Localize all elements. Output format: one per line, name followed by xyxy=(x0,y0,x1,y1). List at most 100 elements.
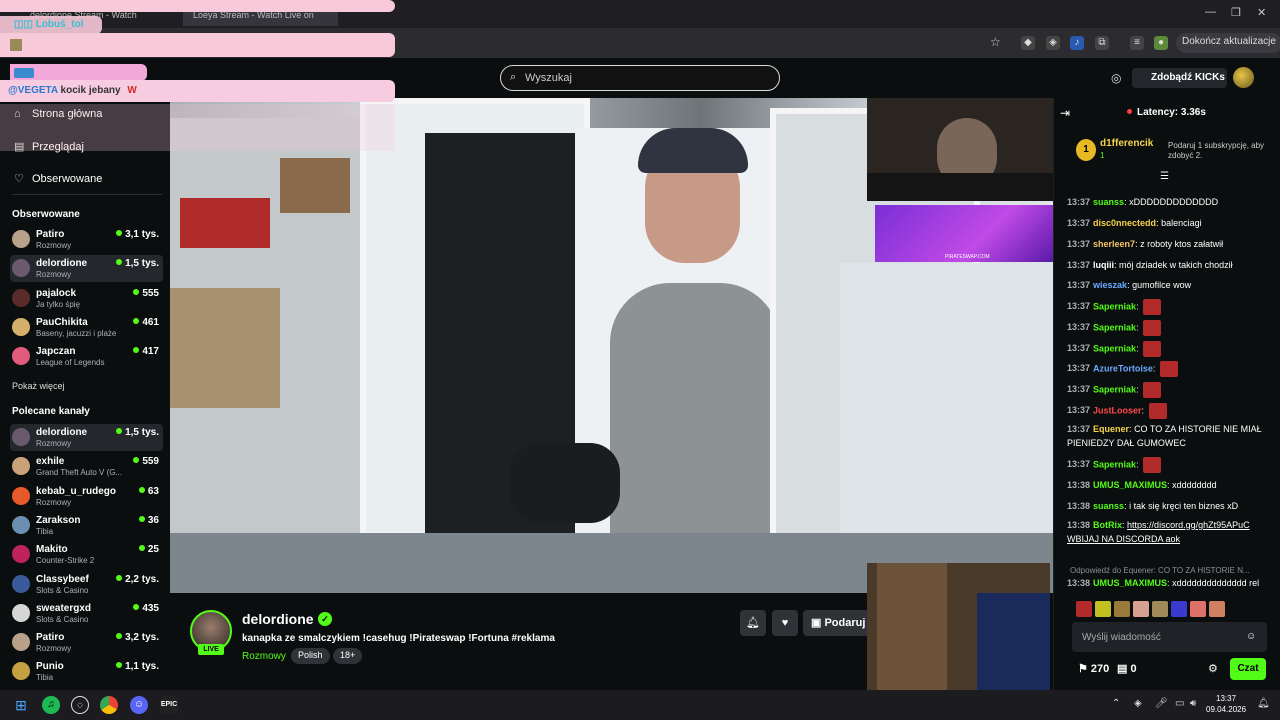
sidebar-channel[interactable]: Makito Counter-Strike 2 25 xyxy=(10,541,163,568)
windows-start-icon[interactable]: ⊞ xyxy=(12,696,30,714)
message-username[interactable]: disc0nnectedd xyxy=(1093,218,1156,228)
microphone-icon[interactable]: 🎤︎ xyxy=(1155,698,1168,709)
sidebar-channel[interactable]: pajalock Ja tylko śpię 555 xyxy=(10,285,163,312)
user-avatar[interactable] xyxy=(1233,67,1254,88)
sidebar-channel[interactable]: Patiro Rozmowy 3,2 tys. xyxy=(10,629,163,656)
sidebar-channel[interactable]: kebab_u_rudego Rozmowy 63 xyxy=(10,483,163,510)
gift-sub-info[interactable]: Podaruj 1 subskrypcję, aby zdobyć 2. xyxy=(1168,141,1268,161)
sidebar-channel[interactable]: delordione Rozmowy 1,5 tys. xyxy=(10,255,163,283)
extensions-puzzle-icon[interactable]: ⧉ xyxy=(1095,36,1109,50)
emote[interactable] xyxy=(1152,601,1168,617)
viewer-count: 2,2 tys. xyxy=(116,574,159,585)
chat-emote[interactable] xyxy=(1143,320,1162,336)
get-kicks-button[interactable]: Zdobądź KICKs xyxy=(1132,68,1227,88)
message-username[interactable]: UMUS_MAXIMUS xyxy=(1093,578,1167,588)
discord-icon[interactable]: ☺ xyxy=(130,696,148,714)
emote[interactable] xyxy=(1133,601,1149,617)
message-time: 13:38 xyxy=(1067,501,1091,511)
update-button[interactable]: Dokończ aktualizacje xyxy=(1176,33,1280,53)
sidebar-channel[interactable]: PauChikita Baseny, jacuzzi i plaże 461 xyxy=(10,314,163,341)
tray-app-icon[interactable]: ◈ xyxy=(1134,698,1142,709)
tag[interactable]: Polish xyxy=(291,648,330,664)
notifications-icon[interactable]: ◎ xyxy=(1111,71,1121,85)
sidebar-channel[interactable]: Zarakson Tibia 36 xyxy=(10,512,163,539)
message-username[interactable]: Equener xyxy=(1093,424,1129,434)
epic-games-icon[interactable]: EPIC xyxy=(160,696,178,714)
app-icon[interactable]: ◌ xyxy=(71,696,89,714)
channel-name: kebab_u_rudego xyxy=(36,485,117,497)
emote[interactable] xyxy=(1095,601,1111,617)
pinned-toggle-icon[interactable]: ☰ xyxy=(1160,171,1169,182)
message-username[interactable]: BotRix xyxy=(1093,520,1122,530)
extension-icon[interactable]: ◆ xyxy=(1021,36,1035,50)
message-username[interactable]: suanss xyxy=(1093,197,1124,207)
bookmark-star-icon[interactable]: ☆ xyxy=(990,35,1001,49)
chrome-icon[interactable] xyxy=(100,696,118,714)
emote[interactable] xyxy=(1076,601,1092,617)
message-username[interactable]: luqiii xyxy=(1093,260,1114,270)
chat-input[interactable]: Wyślij wiadomość xyxy=(1072,622,1267,652)
follow-button[interactable]: ♥ xyxy=(772,610,798,636)
message-username[interactable]: sherleen7 xyxy=(1093,239,1135,249)
message-username[interactable]: Saperniak xyxy=(1093,301,1136,311)
show-more-link[interactable]: Pokaż więcej xyxy=(12,381,65,391)
message-text: xdddddddddddddd rel xyxy=(1172,578,1260,588)
media-icon[interactable]: ≡ xyxy=(1130,36,1144,50)
emote[interactable] xyxy=(1209,601,1225,617)
profile-icon[interactable]: ● xyxy=(1154,36,1168,50)
maximize-icon[interactable]: ❐ xyxy=(1231,6,1241,19)
chat-emote[interactable] xyxy=(1143,299,1162,315)
message-username[interactable]: UMUS_MAXIMUS xyxy=(1093,480,1167,490)
notification-bell-icon[interactable]: 🔔︎ xyxy=(1257,698,1270,709)
message-username[interactable]: AzureTortoise xyxy=(1093,363,1153,373)
message-username[interactable]: suanss xyxy=(1093,501,1124,511)
spotify-icon[interactable]: ♫ xyxy=(42,696,60,714)
sidebar-channel[interactable]: Classybeef Slots & Casino 2,2 tys. xyxy=(10,571,163,598)
volume-icon[interactable]: 🔊︎ xyxy=(1190,698,1196,709)
emote[interactable] xyxy=(1190,601,1206,617)
top-gifter-name[interactable]: d1fferencik xyxy=(1100,138,1153,149)
gear-icon[interactable]: ⚙ xyxy=(1208,662,1218,675)
viewer-count-value: 36 xyxy=(147,514,159,526)
chat-emote[interactable] xyxy=(1143,457,1162,473)
emote[interactable] xyxy=(1171,601,1187,617)
streamer-name[interactable]: delordione xyxy=(242,611,314,627)
extension-icon[interactable]: ♪ xyxy=(1070,36,1084,50)
extension-icon[interactable]: ◈ xyxy=(1046,36,1060,50)
chat-emote[interactable] xyxy=(1143,382,1162,398)
sidebar-channel[interactable]: delordione Rozmowy 1,5 tys. xyxy=(10,424,163,451)
message-username[interactable]: wieszak xyxy=(1093,280,1127,290)
chat-send-button[interactable]: Czat xyxy=(1230,658,1266,680)
sidebar-channel[interactable]: Japczan League of Legends 417 xyxy=(10,343,163,370)
tray-chevron-icon[interactable]: ⌃ xyxy=(1112,698,1120,709)
collapse-chat-icon[interactable]: ⇥ xyxy=(1060,106,1070,120)
message-username[interactable]: Saperniak xyxy=(1093,459,1136,469)
gift-sub-button[interactable]: ▣ Podaruj xyxy=(803,610,867,636)
sidebar-channel[interactable]: exhile Grand Theft Auto V (G... 559 xyxy=(10,453,163,480)
message-username[interactable]: Saperniak xyxy=(1093,343,1136,353)
chests[interactable]: ▤ 0 xyxy=(1117,662,1137,675)
chat-message: 13:38 UMUS_MAXIMUS: xdddddddddddddd rel xyxy=(1067,576,1277,590)
search-input[interactable]: Wyszukaj xyxy=(500,65,780,91)
message-username[interactable]: JustLooser xyxy=(1093,405,1142,415)
chat-emote[interactable] xyxy=(1148,403,1167,419)
tag[interactable]: 18+ xyxy=(333,648,363,664)
network-icon[interactable]: ▭ xyxy=(1175,698,1184,709)
viewer-count-value: 1,1 tys. xyxy=(125,661,159,673)
message-username[interactable]: Saperniak xyxy=(1093,322,1136,332)
close-icon[interactable]: ✕ xyxy=(1257,6,1266,19)
system-clock[interactable]: 13:37 09.04.2026 xyxy=(1206,693,1246,715)
emoji-icon[interactable]: ☺ xyxy=(1246,631,1256,642)
sidebar-channel[interactable]: Patiro Rozmowy 3,1 tys. xyxy=(10,226,163,253)
sidebar-channel[interactable]: sweatergxd Slots & Casino 435 xyxy=(10,600,163,627)
chat-emote[interactable] xyxy=(1159,361,1178,377)
channel-points[interactable]: ⚑ 270 xyxy=(1078,662,1109,675)
chat-emote[interactable] xyxy=(1143,341,1162,357)
nav-following[interactable]: ♡ Obserwowane xyxy=(14,172,102,185)
notification-bell-button[interactable]: 🔔︎ xyxy=(740,610,766,636)
category-link[interactable]: Rozmowy xyxy=(242,651,286,662)
emote[interactable] xyxy=(1114,601,1130,617)
sidebar-channel[interactable]: Punio Tibia 1,1 tys. xyxy=(10,658,163,685)
message-username[interactable]: Saperniak xyxy=(1093,384,1136,394)
minimize-icon[interactable]: — xyxy=(1205,6,1216,18)
